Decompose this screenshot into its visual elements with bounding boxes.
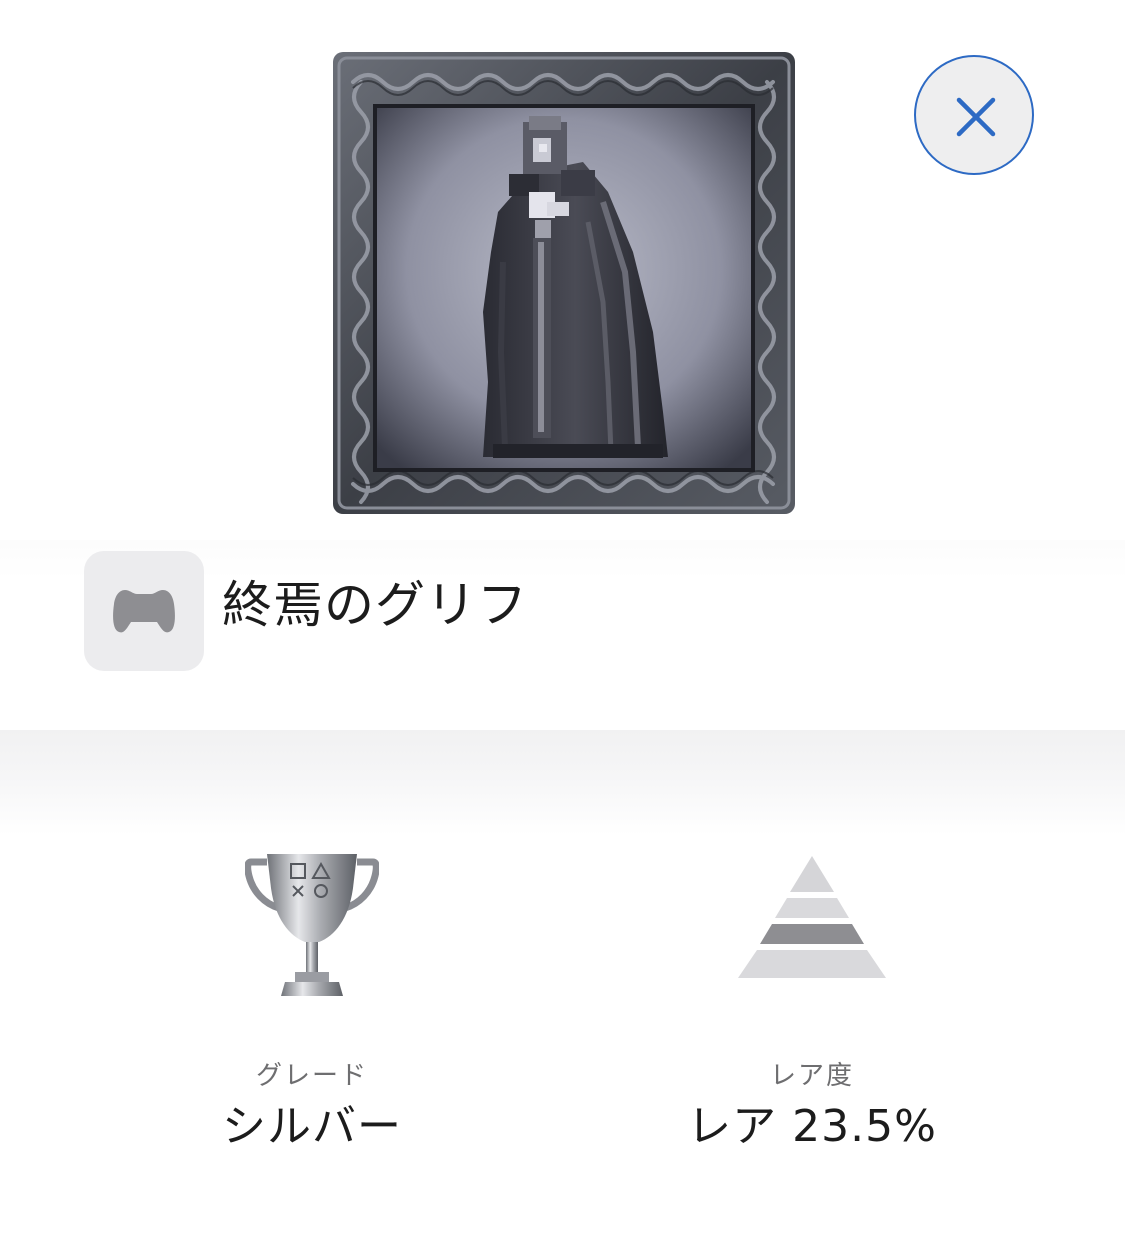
section-separator (0, 730, 1125, 835)
rarity-value: レア 23.5% (687, 1101, 937, 1152)
close-button[interactable] (914, 55, 1034, 175)
game-badge[interactable] (84, 551, 204, 671)
close-icon (956, 97, 996, 137)
rarity-label: レア度 (769, 1061, 854, 1091)
vampire-portrait-icon (333, 52, 795, 514)
gamepad-icon (113, 590, 175, 633)
grade-label: グレード (255, 1061, 368, 1091)
trophy-title: 終焉のグリフ (222, 576, 528, 634)
silver-trophy-icon (244, 848, 380, 1004)
trophy-detail-page: 終焉のグリフ グレード シルバー レア度 レア 23.5% (0, 0, 1125, 1247)
rarity-pyramid-icon (736, 856, 888, 982)
grade-value: シルバー (222, 1101, 402, 1152)
trophy-artwork (333, 52, 795, 514)
